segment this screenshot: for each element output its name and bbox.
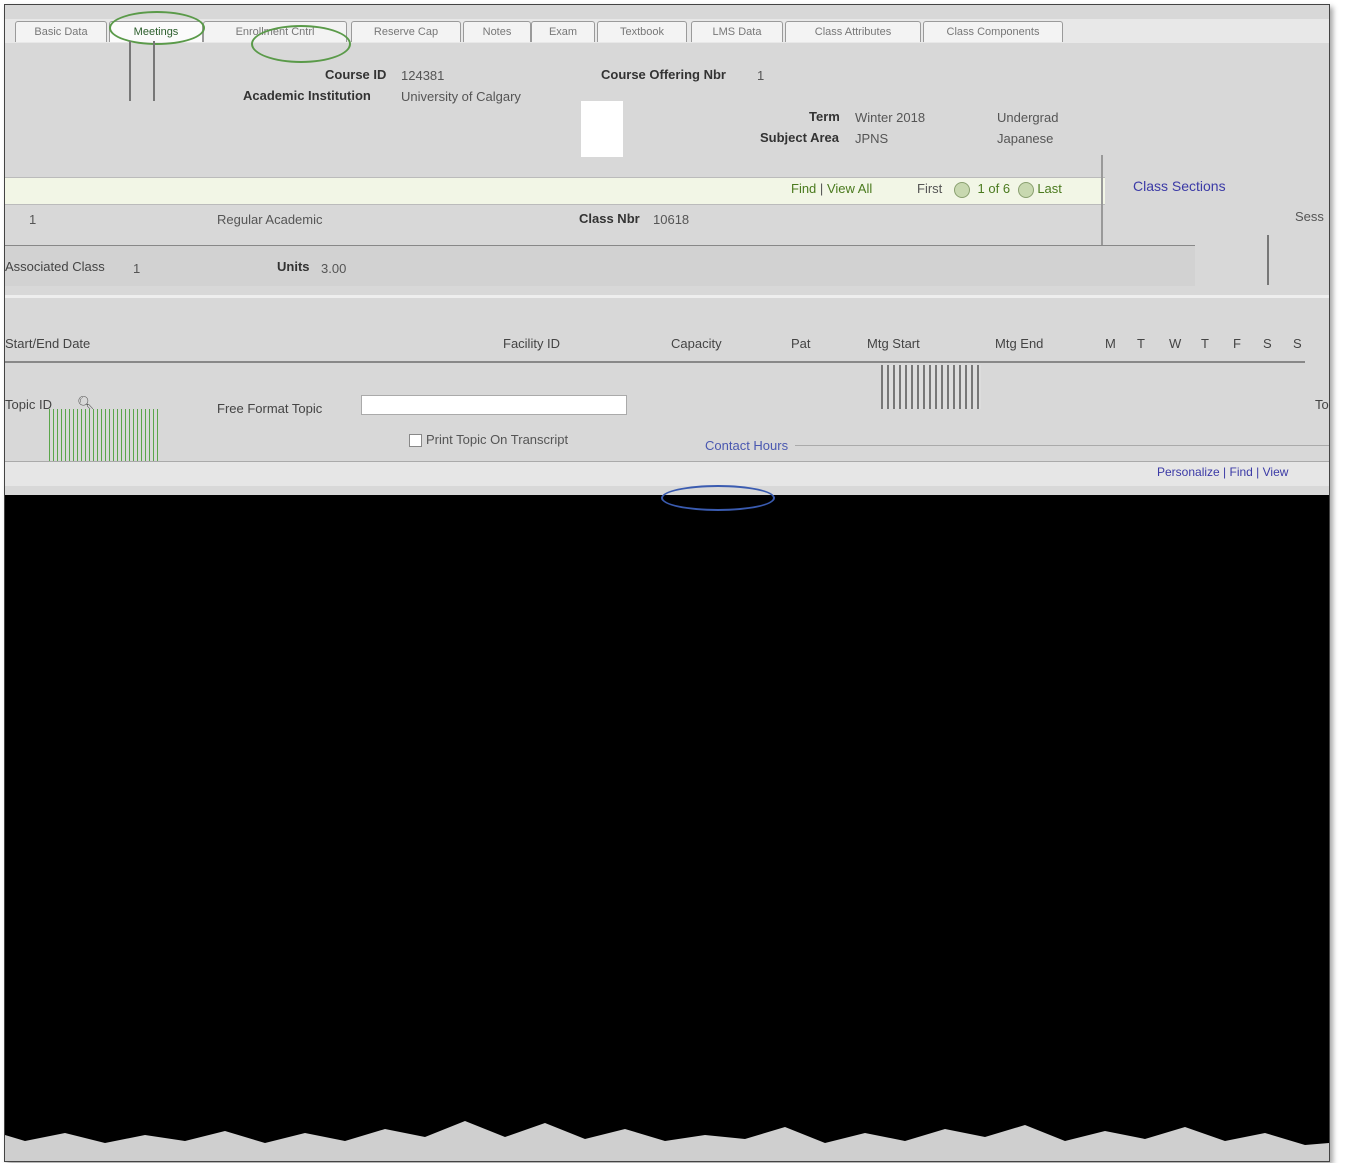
session-right-label: Sess <box>1295 209 1324 224</box>
units-label: Units <box>277 259 310 274</box>
print-topic-row: Print Topic On Transcript <box>409 432 569 448</box>
torn-edge-shape <box>5 1115 1329 1145</box>
find-link[interactable]: Find <box>791 181 816 196</box>
class-nbr-value: 10618 <box>653 212 690 227</box>
redacted-area <box>5 495 1329 1115</box>
subject-area-value: JPNS <box>855 131 889 146</box>
pattern-stripes <box>881 365 981 409</box>
personalize-links[interactable]: Personalize | Find | View <box>1157 465 1288 479</box>
divider <box>129 41 131 101</box>
view-all-link[interactable]: View All <box>827 181 872 196</box>
col-start-end-date: Start/End Date <box>5 336 91 351</box>
assoc-class-label: Associated Class <box>5 259 105 274</box>
tab-notes[interactable]: Notes <box>463 21 531 42</box>
grid-pager: First 1 of 6 Last <box>917 181 1062 198</box>
col-mtg-end: Mtg End <box>995 336 1044 351</box>
tab-meetings[interactable]: Meetings <box>109 21 203 42</box>
grid-nav: Find | View All <box>791 181 872 196</box>
divider <box>1267 235 1269 285</box>
nav-separator: | <box>819 181 824 196</box>
col-tue: T <box>1137 336 1145 351</box>
offering-label: Course Offering Nbr <box>601 67 726 82</box>
print-topic-label: Print Topic On Transcript <box>426 432 569 447</box>
term-label: Term <box>809 109 840 124</box>
assoc-class-value: 1 <box>133 261 141 276</box>
col-mon: M <box>1105 336 1116 351</box>
institution-label: Academic Institution <box>243 88 371 103</box>
col-pat: Pat <box>791 336 811 351</box>
tab-class-components[interactable]: Class Components <box>923 21 1063 42</box>
rule <box>795 445 1329 446</box>
next-arrow-icon[interactable] <box>1017 181 1034 198</box>
prev-arrow-icon[interactable] <box>953 181 970 198</box>
col-sun: S <box>1293 336 1302 351</box>
session-desc: Regular Academic <box>217 212 323 227</box>
tab-class-attributes[interactable]: Class Attributes <box>785 21 921 42</box>
col-thu: T <box>1201 336 1209 351</box>
offering-value: 1 <box>757 68 765 83</box>
tab-lms-data[interactable]: LMS Data <box>691 21 783 42</box>
col-capacity: Capacity <box>671 336 722 351</box>
course-id-value: 124381 <box>401 68 445 83</box>
top-label: Top <box>1315 397 1329 412</box>
white-patch <box>581 101 623 157</box>
subject-desc: Japanese <box>997 131 1054 146</box>
position-text: 1 of 6 <box>977 181 1011 196</box>
free-format-topic-input[interactable] <box>361 395 627 415</box>
topic-id-label: Topic ID <box>5 397 52 412</box>
tab-reserve-cap[interactable]: Reserve Cap <box>351 21 461 42</box>
career-value: Undergrad <box>997 110 1059 125</box>
last-link[interactable]: Last <box>1037 181 1062 196</box>
session-value: 1 <box>29 212 37 227</box>
contact-hours-label: Contact Hours <box>705 438 789 453</box>
stripe-decoration <box>49 409 159 465</box>
col-sat: S <box>1263 336 1272 351</box>
class-sections-label: Class Sections <box>1133 178 1226 194</box>
print-topic-checkbox[interactable] <box>409 434 422 448</box>
torn-edge <box>5 1115 1329 1161</box>
col-wed: W <box>1169 336 1182 351</box>
term-value: Winter 2018 <box>855 110 926 125</box>
col-fri: F <box>1233 336 1241 351</box>
col-mtg-start: Mtg Start <box>867 336 920 351</box>
institution-value: University of Calgary <box>401 89 521 104</box>
tab-exam[interactable]: Exam <box>531 21 595 42</box>
tab-textbook[interactable]: Textbook <box>597 21 687 42</box>
row-divider <box>5 361 1305 363</box>
course-id-label: Course ID <box>325 67 387 82</box>
peoplesoft-window: Basic Data Meetings Enrollment Cntrl Res… <box>4 4 1330 1162</box>
highlight-ellipse-blue <box>661 485 775 511</box>
free-format-topic-label: Free Format Topic <box>217 401 323 416</box>
tab-enrollment-cntrl[interactable]: Enrollment Cntrl <box>203 21 347 42</box>
instructor-bar <box>5 461 1329 486</box>
units-value: 3.00 <box>321 261 347 276</box>
band-divider <box>5 295 1329 298</box>
divider <box>1101 155 1103 245</box>
assoc-band <box>5 245 1195 286</box>
tab-basic-data[interactable]: Basic Data <box>15 21 107 42</box>
col-facility-id: Facility ID <box>503 336 561 351</box>
first-label[interactable]: First <box>917 181 942 196</box>
class-nbr-label: Class Nbr <box>579 211 640 226</box>
subject-area-label: Subject Area <box>760 130 839 145</box>
divider <box>153 41 155 101</box>
